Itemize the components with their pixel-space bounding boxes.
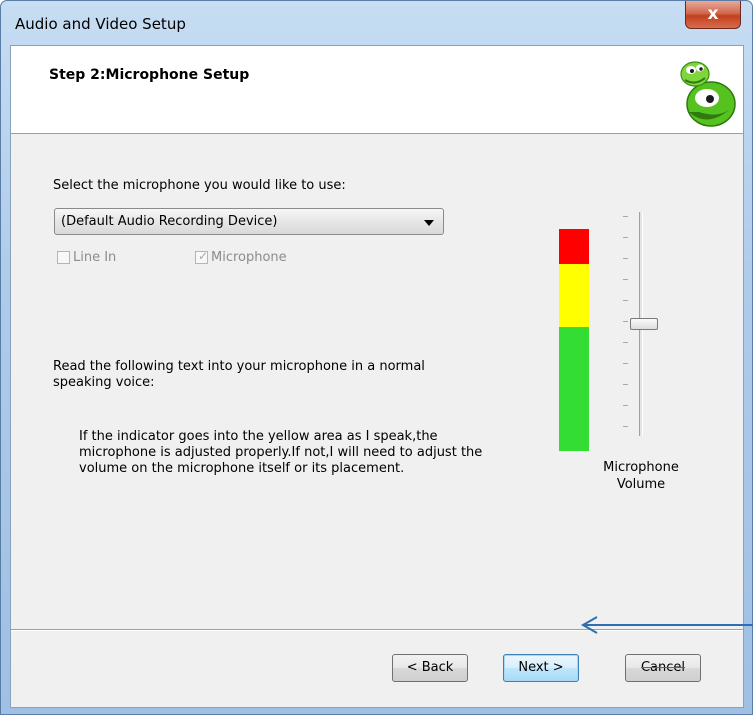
microphone-select-label: Select the microphone you would like to … (53, 178, 346, 193)
microphone-volume-label: Microphone Volume (586, 459, 696, 493)
microphone-dropdown[interactable]: (Default Audio Recording Device) (54, 208, 444, 235)
read-sample-text: If the indicator goes into the yellow ar… (79, 429, 483, 476)
line-in-label: Line In (73, 249, 117, 265)
level-meter-yellow-zone (559, 264, 589, 327)
checkmark-icon: ✓ (198, 248, 209, 263)
slider-tick (623, 342, 628, 343)
window-title: Audio and Video Setup (15, 15, 186, 33)
step-title: Step 2:Microphone Setup (49, 67, 250, 83)
slider-tick (623, 258, 628, 259)
slider-tick (623, 279, 628, 280)
dialog-window: Audio and Video Setup x Step 2:Microphon… (0, 0, 753, 715)
cancel-button-label: Cancel (640, 660, 686, 675)
slider-thumb[interactable] (630, 318, 658, 330)
cancel-button[interactable]: Cancel (625, 654, 701, 682)
microphone-label: Microphone (211, 249, 287, 265)
slider-tick (623, 363, 628, 364)
volume-label-line-2: Volume (616, 477, 666, 492)
back-button[interactable]: < Back (392, 654, 468, 682)
slider-tick (623, 384, 628, 385)
slider-tick (623, 426, 628, 427)
line-in-checkbox-box[interactable] (57, 250, 70, 264)
green-smiley-logo-icon (680, 61, 736, 127)
chevron-down-icon (424, 220, 434, 226)
microphone-dropdown-value: (Default Audio Recording Device) (61, 214, 278, 229)
slider-tick (623, 405, 628, 406)
slider-tick (623, 321, 628, 322)
dialog-client-area: Step 2:Microphone Setup Select the micro… (10, 45, 744, 708)
footer-separator (11, 629, 743, 631)
microphone-volume-slider[interactable] (609, 212, 669, 436)
title-bar[interactable]: Audio and Video Setup x (1, 1, 752, 45)
volume-label-line-1: Microphone (603, 460, 679, 475)
level-meter-red-zone (559, 229, 589, 264)
read-instruction-label: Read the following text into your microp… (53, 359, 425, 390)
microphone-checkbox-box[interactable]: ✓ (195, 248, 209, 264)
slider-tick (623, 237, 628, 238)
next-button[interactable]: Next > (503, 654, 579, 682)
level-meter-green-zone (559, 327, 589, 451)
line-in-checkbox[interactable]: Line In (57, 248, 116, 266)
slider-tick (623, 216, 628, 217)
close-button[interactable]: x (685, 1, 741, 29)
wizard-header: Step 2:Microphone Setup (11, 46, 743, 134)
close-icon: x (707, 4, 719, 24)
microphone-checkbox[interactable]: ✓ Microphone (195, 248, 287, 266)
level-meter (559, 229, 589, 451)
slider-tick (623, 300, 628, 301)
